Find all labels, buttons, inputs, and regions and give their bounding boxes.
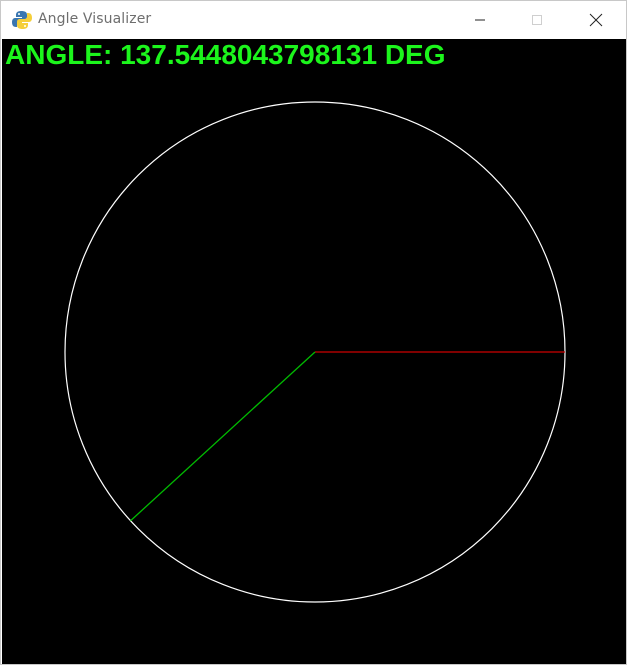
maximize-icon bbox=[532, 15, 542, 25]
python-snake-icon bbox=[12, 11, 32, 29]
window-title: Angle Visualizer bbox=[38, 11, 152, 27]
minimize-button[interactable] bbox=[457, 1, 503, 39]
title-bar[interactable]: Angle Visualizer bbox=[1, 1, 626, 39]
close-button[interactable] bbox=[573, 1, 619, 39]
visualizer-canvas[interactable]: ANGLE: 137.5448043798131 DEG bbox=[2, 39, 626, 664]
angle-readout: ANGLE: 137.5448043798131 DEG bbox=[5, 39, 446, 70]
minimize-icon bbox=[475, 19, 485, 21]
close-icon bbox=[589, 13, 603, 27]
app-window: Angle Visualizer ANGLE: 137.544804379813… bbox=[0, 0, 627, 665]
angle-visualization bbox=[64, 101, 566, 603]
angle-ray bbox=[130, 351, 316, 522]
maximize-button[interactable] bbox=[514, 1, 560, 39]
